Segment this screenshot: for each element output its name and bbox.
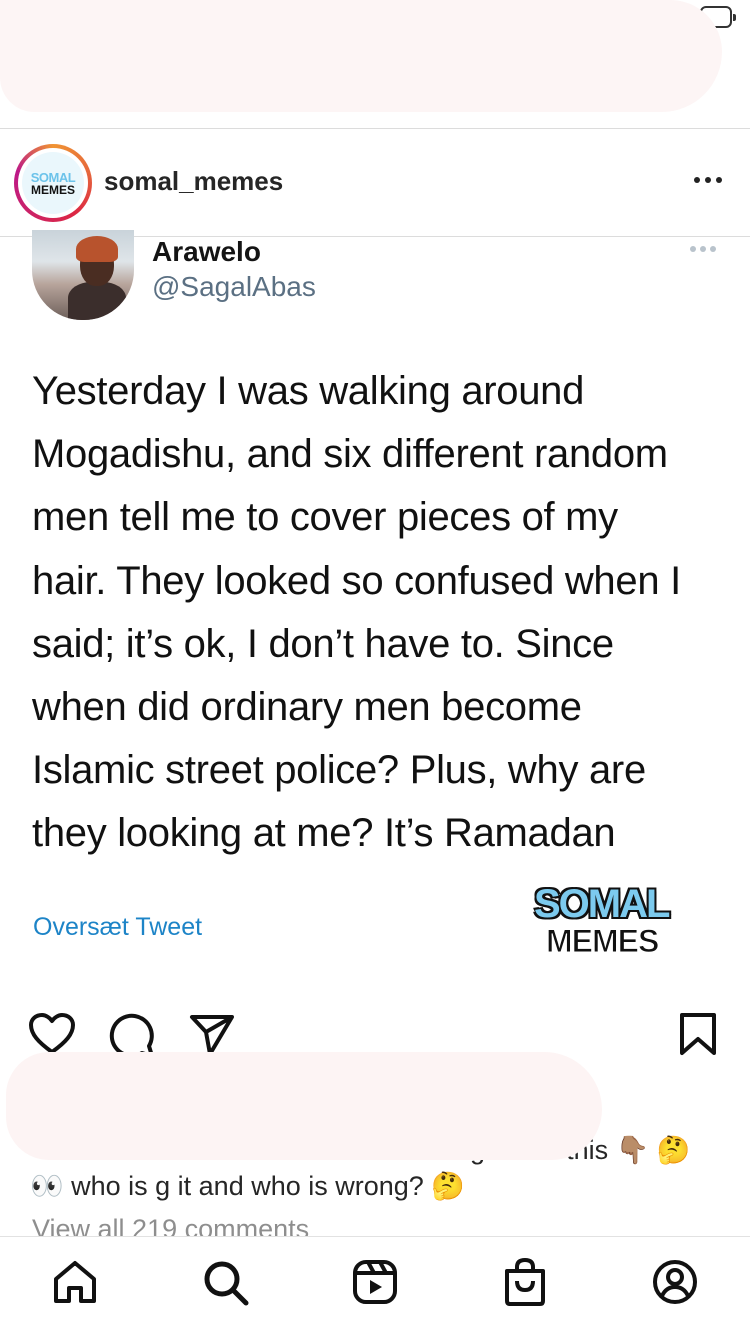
tweet-line: men tell me to cover pieces of my — [32, 495, 618, 540]
bottom-nav — [0, 1236, 750, 1335]
reels-icon[interactable] — [352, 1259, 398, 1305]
tweet-author-handle: @SagalAbas — [152, 271, 316, 302]
profile-icon[interactable] — [652, 1259, 698, 1305]
translate-tweet-link: Oversæt Tweet — [33, 913, 203, 941]
tweet-avatar — [32, 230, 134, 320]
tweet-line: Islamic street police? Plus, why are — [32, 748, 646, 793]
watermark-line1: SOMAL — [534, 882, 670, 926]
home-icon[interactable] — [52, 1259, 98, 1305]
tweet-line: Mogadishu, and six different random — [32, 432, 668, 477]
redacted-area — [6, 1052, 602, 1160]
avatar-logo-line1: SOMAL — [30, 169, 76, 185]
post-username[interactable]: somal_memes — [104, 166, 283, 197]
tweet-text: Yesterday I was walking around Mogadishu… — [32, 360, 732, 866]
search-icon[interactable] — [202, 1259, 250, 1307]
more-options-icon[interactable] — [688, 168, 728, 192]
view-all-comments-link[interactable]: View all 219 comments — [32, 1214, 309, 1236]
divider — [0, 128, 750, 129]
tweet-line: said; it’s ok, I don’t have to. Since — [32, 621, 614, 666]
redacted-area — [0, 0, 722, 112]
tweet-line: when did ordinary men become — [32, 685, 582, 730]
watermark-logo: SOMAL MEMES — [534, 880, 672, 962]
avatar-logo-line2: MEMES — [30, 182, 75, 197]
tweet-line: they looking at me? It’s Ramadan — [32, 811, 616, 856]
shop-icon[interactable] — [502, 1257, 548, 1307]
watermark-line2: MEMES — [545, 923, 659, 959]
caption-line: 👀 who is g it and who is wrong? 🤔 — [30, 1171, 465, 1201]
heart-icon[interactable] — [28, 1012, 76, 1056]
avatar[interactable]: SOMAL MEMES — [22, 152, 84, 214]
tweet-more-icon — [690, 246, 716, 252]
tweet-author-name: Arawelo — [152, 236, 261, 267]
bookmark-icon[interactable] — [678, 1012, 718, 1056]
tweet-line: Yesterday I was walking around — [32, 369, 585, 413]
tweet-line: hair. They looked so confused when I — [32, 558, 681, 603]
